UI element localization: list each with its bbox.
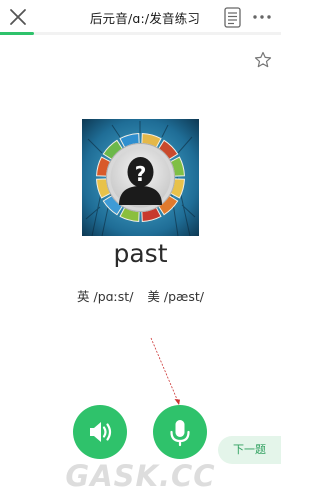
microphone-icon	[170, 420, 190, 447]
watermark: GASK.CC	[65, 459, 216, 493]
svg-text:?: ?	[135, 162, 147, 186]
close-icon[interactable]	[9, 8, 27, 26]
play-audio-button[interactable]	[73, 405, 127, 459]
phonetics-row: 英 /pɑːst/美 /pæst/	[0, 286, 281, 305]
phonetic-us[interactable]: 美 /pæst/	[147, 289, 204, 304]
word-text: past	[113, 239, 168, 268]
record-button[interactable]	[153, 405, 207, 459]
top-bar: 后元音/ɑ:/发音练习	[0, 0, 281, 35]
star-outline-icon[interactable]	[254, 51, 272, 69]
progress-fill	[0, 32, 34, 35]
phonetic-uk[interactable]: 英 /pɑːst/	[77, 289, 133, 304]
practice-screen: 后元音/ɑ:/发音练习 ? past 英 /pɑːst/ 美 /pæst/ 下一…	[0, 0, 281, 499]
more-icon[interactable]	[251, 8, 273, 26]
mystery-person-icon: ?	[82, 119, 199, 236]
page-title: 后元音/ɑ:/发音练习	[89, 11, 201, 26]
speaker-icon	[90, 422, 112, 442]
document-icon[interactable]	[224, 7, 241, 28]
progress-bar	[0, 32, 281, 35]
